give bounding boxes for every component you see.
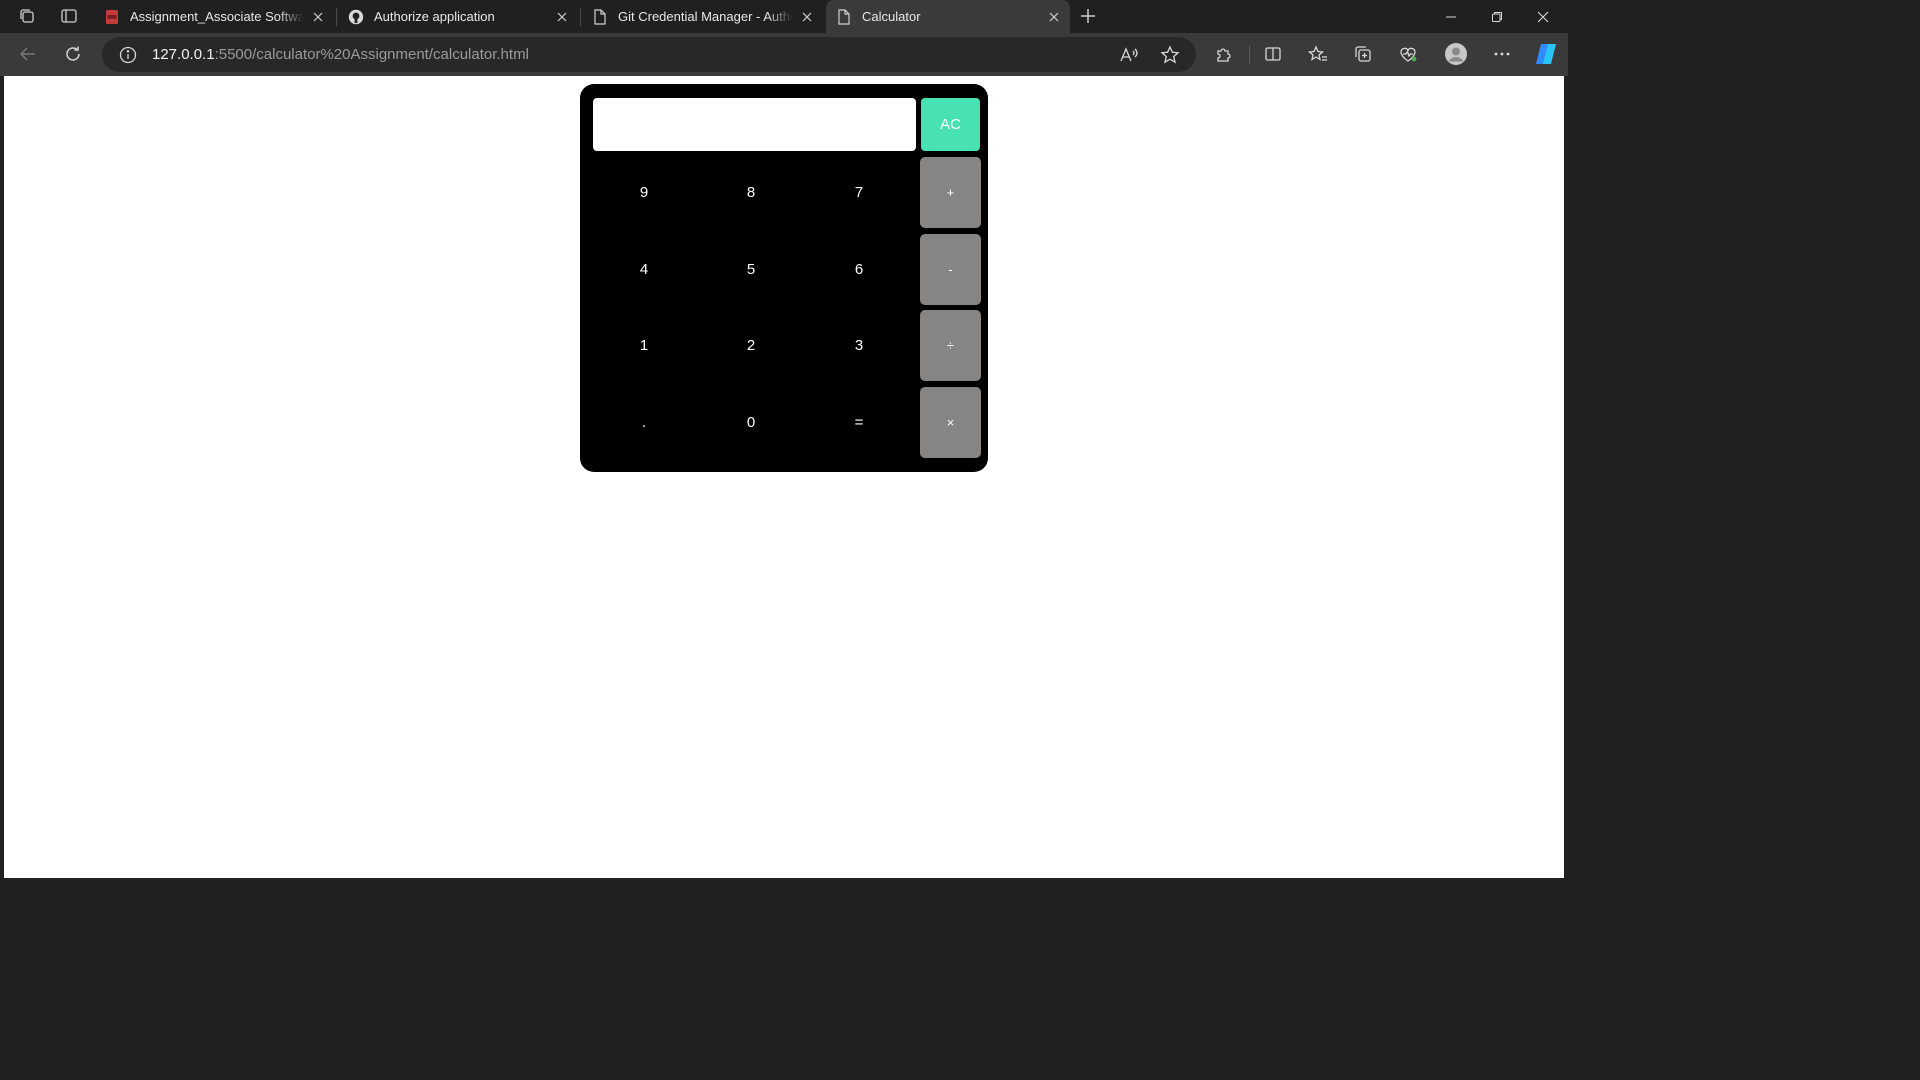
github-icon [348, 9, 364, 25]
collections-icon[interactable] [1347, 39, 1379, 69]
tab-divider [336, 8, 337, 26]
tab-authorize[interactable]: Authorize application [338, 0, 578, 33]
address-bar[interactable]: 127.0.0.1:5500/calculator%20Assignment/c… [102, 37, 1196, 72]
workspaces-icon[interactable] [15, 5, 39, 27]
digit-1-button[interactable]: 1 [594, 310, 694, 380]
favorites-icon[interactable] [1302, 39, 1334, 69]
tab-git-credential-manager[interactable]: Git Credential Manager - Authentication [582, 0, 823, 33]
divide-button[interactable]: ÷ [920, 310, 981, 381]
tab-actions-icon[interactable] [57, 5, 81, 27]
page-icon [836, 8, 852, 25]
minus-button[interactable]: - [920, 234, 981, 305]
digit-8-button[interactable]: 8 [701, 157, 801, 227]
digit-4-button[interactable]: 4 [594, 234, 694, 304]
extensions-icon[interactable] [1208, 39, 1240, 69]
tab-title: Git Credential Manager - Authentication [618, 9, 793, 24]
tab-calculator[interactable]: Calculator [826, 0, 1070, 33]
copilot-icon[interactable] [1530, 39, 1562, 69]
plus-button[interactable]: + [920, 157, 981, 228]
digit-2-button[interactable]: 2 [701, 310, 801, 380]
back-icon[interactable] [12, 39, 44, 69]
close-icon[interactable] [552, 7, 572, 27]
tab-title: Calculator [862, 9, 921, 24]
close-icon[interactable] [1044, 7, 1064, 27]
digit-6-button[interactable]: 6 [809, 234, 909, 304]
tab-assignment[interactable]: Assignment_Associate Software Engineer [94, 0, 334, 33]
decimal-button[interactable]: . [594, 387, 694, 457]
toolbar-divider [1249, 45, 1250, 64]
url-text[interactable]: 127.0.0.1:5500/calculator%20Assignment/c… [152, 46, 529, 63]
close-icon[interactable] [797, 7, 817, 27]
browser-toolbar: 127.0.0.1:5500/calculator%20Assignment/c… [0, 33, 1568, 76]
read-aloud-icon[interactable] [1117, 43, 1141, 67]
digit-9-button[interactable]: 9 [594, 157, 694, 227]
pdf-icon [104, 9, 120, 25]
tab-title: Assignment_Associate Software Engineer [130, 9, 304, 24]
digit-0-button[interactable]: 0 [701, 387, 801, 457]
page-viewport: AC 9 8 7 + 4 5 6 - 1 2 3 ÷ . 0 = × [4, 76, 1564, 878]
browser-essentials-icon[interactable] [1392, 39, 1424, 69]
site-info-icon[interactable] [118, 45, 138, 65]
profile-avatar-icon[interactable] [1440, 39, 1472, 69]
clear-button[interactable]: AC [921, 98, 980, 151]
page-icon [592, 8, 608, 25]
digit-5-button[interactable]: 5 [701, 234, 801, 304]
restore-icon[interactable] [1474, 0, 1520, 33]
close-icon[interactable] [308, 7, 328, 27]
minimize-icon[interactable] [1428, 0, 1474, 33]
more-options-icon[interactable] [1486, 39, 1518, 69]
digit-3-button[interactable]: 3 [809, 310, 909, 380]
tab-strip: Assignment_Associate Software Engineer A… [0, 0, 1568, 33]
digit-7-button[interactable]: 7 [809, 157, 909, 227]
equals-button[interactable]: = [809, 387, 909, 457]
tab-divider [580, 8, 581, 26]
calculator-display[interactable] [593, 98, 916, 151]
favorite-star-icon[interactable] [1158, 43, 1182, 67]
calculator: AC 9 8 7 + 4 5 6 - 1 2 3 ÷ . 0 = × [580, 84, 988, 472]
multiply-button[interactable]: × [920, 387, 981, 458]
tab-title: Authorize application [374, 9, 495, 24]
new-tab-button[interactable] [1076, 5, 1100, 27]
window-close-icon[interactable] [1520, 0, 1566, 33]
split-screen-icon[interactable] [1257, 39, 1289, 69]
url-host: 127.0.0.1 [152, 46, 215, 63]
reload-icon[interactable] [57, 39, 89, 69]
url-path: :5500/calculator%20Assignment/calculator… [214, 46, 529, 63]
